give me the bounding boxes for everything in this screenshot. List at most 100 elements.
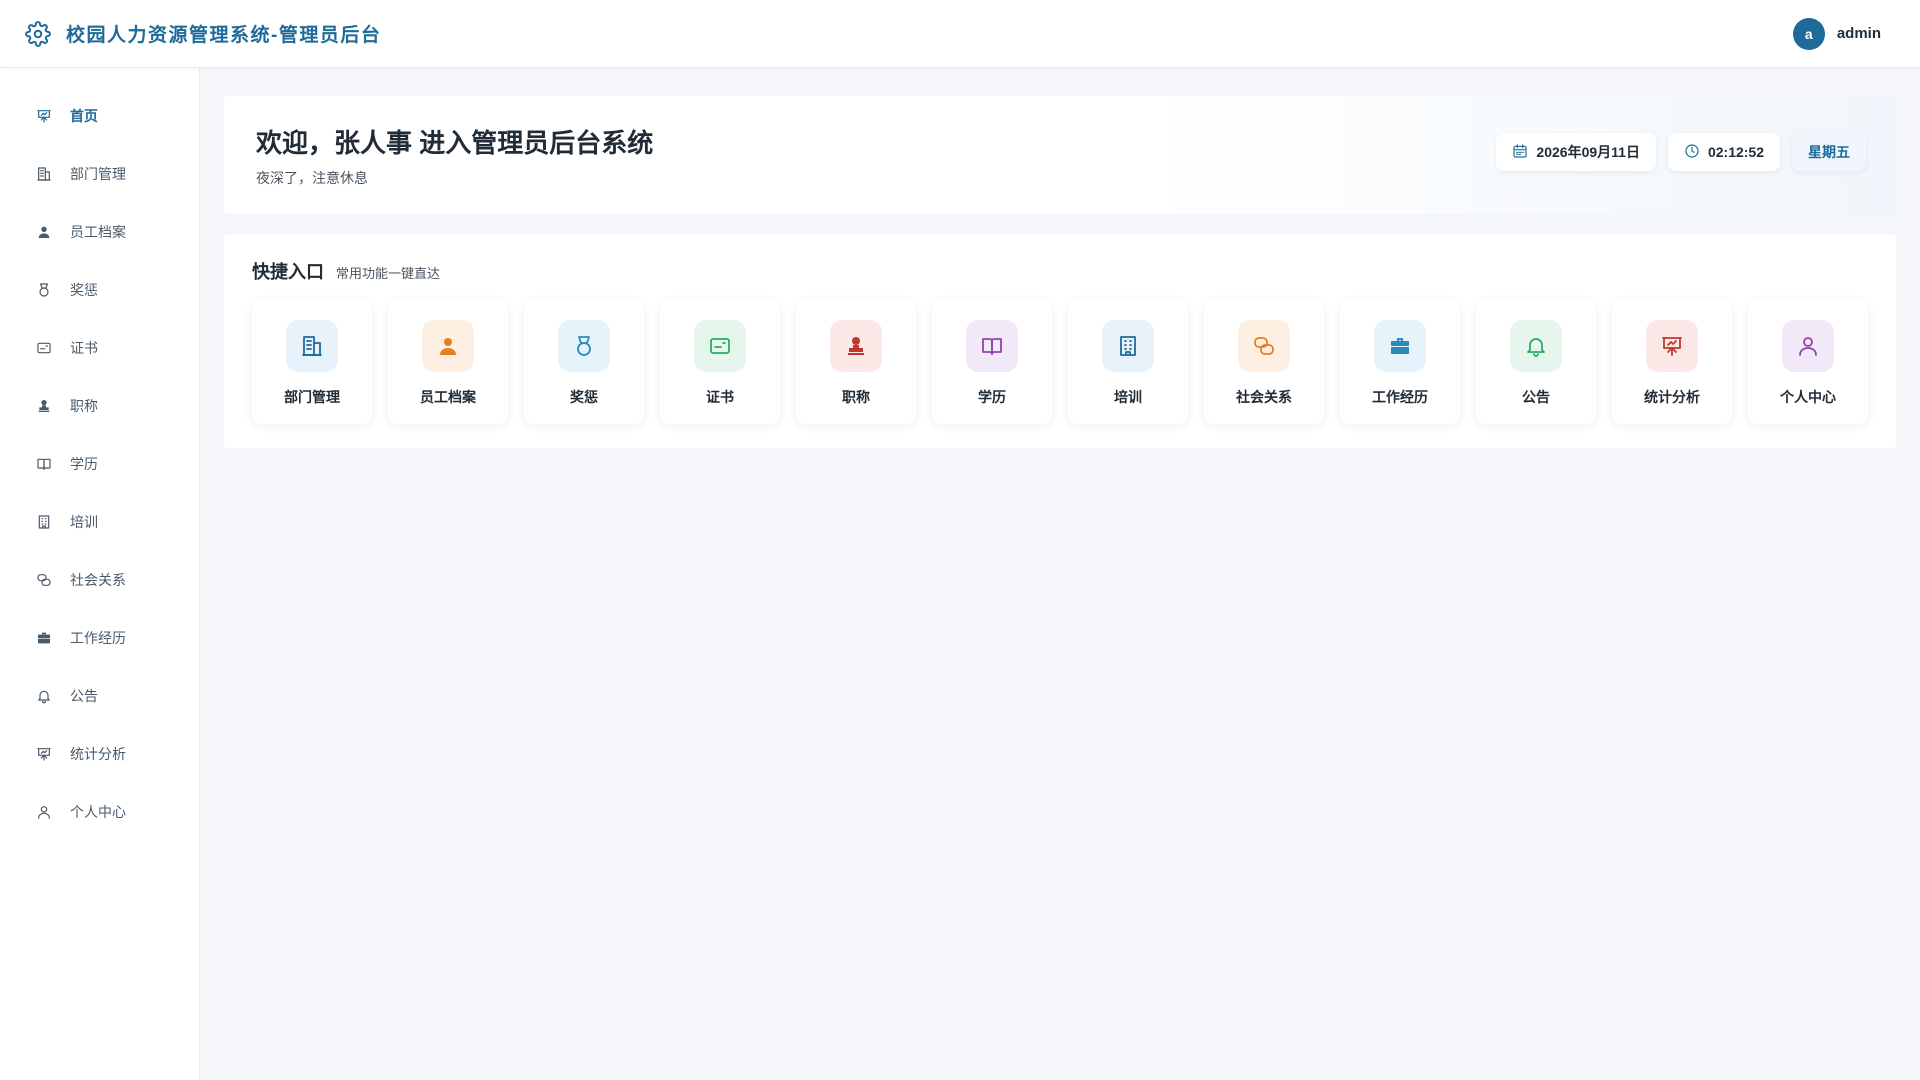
- building-icon: [286, 320, 338, 372]
- quick-access-subtitle: 常用功能一键直达: [336, 266, 441, 281]
- sidebar-item-certificates[interactable]: 证书: [0, 319, 199, 377]
- app-title: 校园人力资源管理系统-管理员后台: [66, 25, 382, 46]
- office-building-icon: [1102, 320, 1154, 372]
- sidebar-item-label: 部门管理: [70, 166, 126, 182]
- weekday-pill: 星期五: [1792, 133, 1866, 171]
- sidebar: 首页 部门管理 员工档案 奖惩 证书 职称 学历 培训 社会关系 工作经历 公告…: [0, 68, 200, 1080]
- sidebar-item-label: 个人中心: [70, 804, 126, 820]
- sidebar-item-work-experience[interactable]: 工作经历: [0, 609, 199, 667]
- sidebar-item-rewards[interactable]: 奖惩: [0, 261, 199, 319]
- weekday-text: 星期五: [1808, 144, 1850, 160]
- quick-access-panel: 快捷入口 常用功能一键直达 部门管理 员工档案 奖惩 证书 职称 学历 培训 社…: [224, 234, 1896, 448]
- calendar-icon: [1512, 143, 1528, 162]
- quick-card-label: 证书: [706, 389, 734, 405]
- quick-card-label: 奖惩: [570, 389, 598, 405]
- quick-card-work-experience[interactable]: 工作经历: [1340, 300, 1460, 424]
- quick-card-certificates[interactable]: 证书: [660, 300, 780, 424]
- welcome-subtitle: 夜深了，注意休息: [256, 170, 368, 186]
- welcome-banner: 欢迎，张人事 进入管理员后台系统 夜深了，注意休息 2026年09月11日 02…: [224, 96, 1896, 214]
- sidebar-item-label: 统计分析: [70, 746, 126, 762]
- sidebar-item-label: 首页: [70, 108, 98, 124]
- quick-card-label: 部门管理: [284, 389, 340, 405]
- sidebar-item-home[interactable]: 首页: [0, 87, 199, 145]
- quick-card-social-relations[interactable]: 社会关系: [1204, 300, 1324, 424]
- sidebar-item-profile[interactable]: 个人中心: [0, 783, 199, 841]
- office-building-icon: [35, 513, 53, 531]
- gear-icon: [24, 20, 52, 48]
- quick-card-label: 个人中心: [1780, 389, 1836, 405]
- quick-card-label: 员工档案: [420, 389, 476, 405]
- datetime-pills: 2026年09月11日 02:12:52 星期五: [1496, 133, 1866, 171]
- username[interactable]: admin: [1837, 25, 1881, 42]
- certificate-icon: [694, 320, 746, 372]
- quick-card-rewards[interactable]: 奖惩: [524, 300, 644, 424]
- quick-access-header: 快捷入口 常用功能一键直达: [252, 258, 440, 284]
- user-outline-icon: [35, 803, 53, 821]
- sidebar-item-education[interactable]: 学历: [0, 435, 199, 493]
- user-menu[interactable]: a admin: [1792, 17, 1881, 50]
- quick-card-training[interactable]: 培训: [1068, 300, 1188, 424]
- briefcase-icon: [1374, 320, 1426, 372]
- sidebar-item-social-relations[interactable]: 社会关系: [0, 551, 199, 609]
- sidebar-item-label: 员工档案: [70, 224, 126, 240]
- brand[interactable]: 校园人力资源管理系统-管理员后台: [24, 20, 381, 48]
- avatar[interactable]: a: [1792, 17, 1825, 50]
- presentation-chart-icon: [35, 107, 53, 125]
- sidebar-item-label: 培训: [70, 514, 98, 530]
- presentation-chart-icon: [1646, 320, 1698, 372]
- certificate-icon: [35, 339, 53, 357]
- user-outline-icon: [1782, 320, 1834, 372]
- sidebar-item-label: 公告: [70, 688, 98, 704]
- date-pill: 2026年09月11日: [1496, 133, 1656, 171]
- sidebar-item-statistics[interactable]: 统计分析: [0, 725, 199, 783]
- user-icon: [35, 223, 53, 241]
- stamp-icon: [35, 397, 53, 415]
- quick-card-titles[interactable]: 职称: [796, 300, 916, 424]
- sidebar-item-department[interactable]: 部门管理: [0, 145, 199, 203]
- sidebar-item-label: 工作经历: [70, 630, 126, 646]
- medal-icon: [558, 320, 610, 372]
- sidebar-item-titles[interactable]: 职称: [0, 377, 199, 435]
- user-icon: [422, 320, 474, 372]
- welcome-title: 欢迎，张人事 进入管理员后台系统: [256, 128, 654, 158]
- sidebar-item-label: 证书: [70, 340, 98, 356]
- quick-card-label: 学历: [978, 389, 1006, 405]
- quick-card-profile[interactable]: 个人中心: [1748, 300, 1868, 424]
- quick-card-label: 职称: [842, 389, 870, 405]
- quick-access-cards: 部门管理 员工档案 奖惩 证书 职称 学历 培训 社会关系 工作经历 公告 统计…: [252, 300, 1868, 424]
- chat-bubbles-icon: [35, 571, 53, 589]
- medal-icon: [35, 281, 53, 299]
- quick-access-title: 快捷入口: [252, 262, 324, 282]
- quick-card-label: 公告: [1522, 389, 1550, 405]
- bell-icon: [35, 687, 53, 705]
- building-icon: [35, 165, 53, 183]
- sidebar-item-announcements[interactable]: 公告: [0, 667, 199, 725]
- clock-icon: [1684, 143, 1700, 162]
- chat-bubbles-icon: [1238, 320, 1290, 372]
- quick-card-announcements[interactable]: 公告: [1476, 300, 1596, 424]
- time-pill: 02:12:52: [1667, 133, 1780, 171]
- sidebar-item-label: 社会关系: [70, 572, 126, 588]
- book-icon: [35, 455, 53, 473]
- quick-card-label: 培训: [1114, 389, 1142, 405]
- sidebar-item-label: 职称: [70, 398, 98, 414]
- quick-card-department[interactable]: 部门管理: [252, 300, 372, 424]
- book-icon: [966, 320, 1018, 372]
- sidebar-item-label: 奖惩: [70, 282, 98, 298]
- presentation-chart-icon: [35, 745, 53, 763]
- top-header: 校园人力资源管理系统-管理员后台 a admin: [0, 0, 1920, 68]
- quick-card-employee-records[interactable]: 员工档案: [388, 300, 508, 424]
- sidebar-item-label: 学历: [70, 456, 98, 472]
- briefcase-icon: [35, 629, 53, 647]
- sidebar-item-training[interactable]: 培训: [0, 493, 199, 551]
- quick-card-education[interactable]: 学历: [932, 300, 1052, 424]
- quick-card-label: 社会关系: [1236, 389, 1292, 405]
- quick-card-statistics[interactable]: 统计分析: [1612, 300, 1732, 424]
- date-text: 2026年09月11日: [1536, 144, 1640, 160]
- time-text: 02:12:52: [1707, 144, 1764, 160]
- sidebar-item-employee-records[interactable]: 员工档案: [0, 203, 199, 261]
- quick-card-label: 统计分析: [1644, 389, 1700, 405]
- stamp-icon: [830, 320, 882, 372]
- bell-icon: [1510, 320, 1562, 372]
- quick-card-label: 工作经历: [1372, 389, 1428, 405]
